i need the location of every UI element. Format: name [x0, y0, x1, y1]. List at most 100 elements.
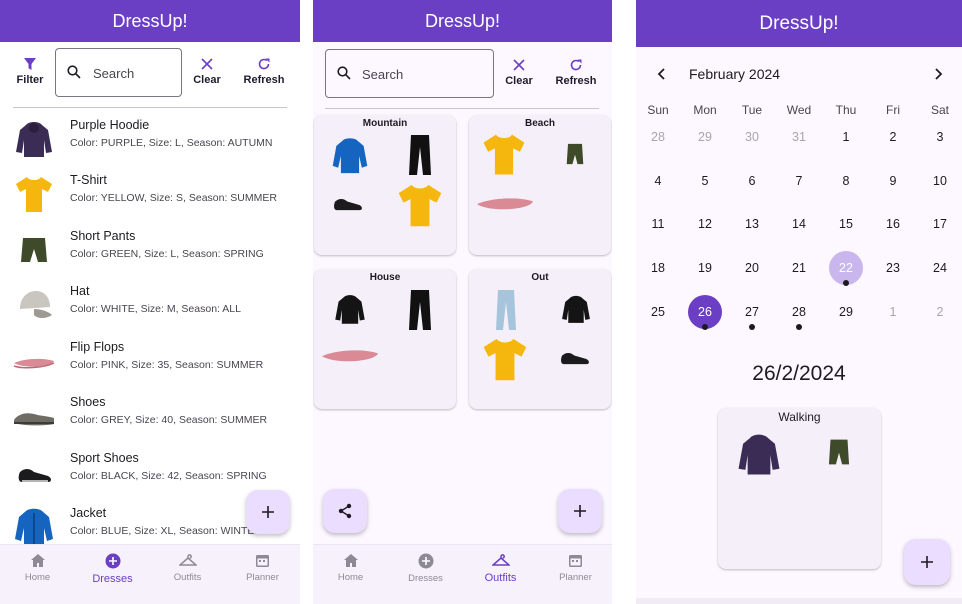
calendar-day[interactable]: 29: [826, 295, 866, 329]
nav-home[interactable]: Home: [313, 553, 388, 583]
day-number: 9: [889, 174, 897, 188]
add-dress-button[interactable]: [246, 490, 290, 534]
chevron-right-icon[interactable]: [932, 68, 944, 80]
dress-list-item[interactable]: Hat Color: WHITE, Size: M, Season: ALL: [0, 277, 300, 332]
nav-home[interactable]: Home: [0, 553, 75, 583]
calendar-day[interactable]: 20: [732, 251, 772, 285]
search-input[interactable]: Search: [55, 48, 182, 97]
outfit-title: Mountain: [362, 118, 408, 129]
calendar-day[interactable]: 12: [685, 207, 725, 241]
app-title: DressUp!: [0, 0, 300, 42]
plus-icon: [262, 506, 274, 518]
calendar-day[interactable]: 1: [873, 295, 913, 329]
calendar-day[interactable]: 26: [685, 295, 725, 330]
clear-button[interactable]: Clear: [499, 58, 539, 87]
calendar-day[interactable]: 2: [920, 295, 960, 329]
outfit-card-beach[interactable]: Beach: [469, 115, 611, 255]
nav-outfits[interactable]: Outfits: [150, 553, 225, 583]
calendar-day[interactable]: 28: [779, 295, 819, 330]
refresh-button[interactable]: Refresh: [552, 58, 600, 87]
clear-label: Clear: [505, 75, 533, 87]
calendar-day[interactable]: 28: [638, 120, 678, 154]
calendar-day[interactable]: 21: [779, 251, 819, 285]
calendar-day[interactable]: 30: [732, 120, 772, 154]
shorts-icon: [828, 439, 850, 465]
nav-dresses[interactable]: Dresses: [388, 553, 463, 584]
close-icon: [513, 59, 525, 71]
refresh-button[interactable]: Refresh: [240, 57, 288, 86]
hanger-icon: [491, 554, 510, 566]
hat-icon: [20, 291, 52, 318]
filter-icon: [24, 58, 36, 70]
nav-dresses-label: Dresses: [92, 573, 133, 585]
chevron-left-icon[interactable]: [656, 68, 668, 80]
calendar-day[interactable]: 15: [826, 207, 866, 241]
calendar-day[interactable]: 13: [732, 207, 772, 241]
calendar-day[interactable]: 23: [873, 251, 913, 285]
calendar-day[interactable]: 5: [685, 164, 725, 198]
calendar-day[interactable]: 4: [638, 164, 678, 198]
calendar-day[interactable]: 22: [826, 251, 866, 286]
calendar-day[interactable]: 18: [638, 251, 678, 285]
add-circle-icon: [105, 553, 120, 569]
calendar-day[interactable]: 3: [920, 120, 960, 154]
add-outfit-button[interactable]: [558, 489, 602, 533]
outfit-card-house[interactable]: House: [314, 269, 456, 409]
planned-outfit-title: Walking: [778, 410, 821, 424]
dress-list-item[interactable]: T-Shirt Color: YELLOW, Size: S, Season: …: [0, 166, 300, 221]
nav-dresses[interactable]: Dresses: [75, 553, 150, 585]
refresh-icon: [570, 59, 582, 71]
outfit-card-mountain[interactable]: Mountain: [314, 115, 456, 255]
search-input[interactable]: Search: [325, 49, 494, 98]
nav-outfits[interactable]: Outfits: [463, 553, 538, 584]
jeans-icon: [496, 290, 516, 330]
dress-list-item[interactable]: Short Pants Color: GREEN, Size: L, Seaso…: [0, 222, 300, 277]
selected-date: 26/2/2024: [752, 362, 846, 385]
shorts-icon: [21, 238, 47, 262]
calendar-day[interactable]: 11: [638, 207, 678, 241]
calendar-day[interactable]: 7: [779, 164, 819, 198]
hoodie-icon: [562, 295, 590, 323]
calendar-day[interactable]: 17: [920, 207, 960, 241]
dresses-screen: DressUp! Filter Search Clear Refresh Pur…: [0, 0, 300, 604]
planned-outfit-card[interactable]: Walking: [718, 408, 881, 569]
calendar-day[interactable]: 1: [826, 120, 866, 154]
dress-name: Shoes: [70, 395, 106, 409]
add-plan-button[interactable]: [904, 539, 950, 585]
calendar-day[interactable]: 2: [873, 120, 913, 154]
day-number: 5: [701, 174, 709, 188]
calendar-day[interactable]: 16: [873, 207, 913, 241]
calendar-day[interactable]: 9: [873, 164, 913, 198]
calendar-day[interactable]: 27: [732, 295, 772, 330]
clear-button[interactable]: Clear: [187, 57, 227, 86]
tshirt-icon: [483, 338, 527, 381]
weekday-label: Mon: [693, 103, 717, 117]
weekday-label: Sun: [647, 103, 669, 117]
calendar-day[interactable]: 25: [638, 295, 678, 329]
share-button[interactable]: [323, 489, 367, 533]
nav-planner[interactable]: Planner: [225, 553, 300, 583]
calendar-day[interactable]: 6: [732, 164, 772, 198]
calendar-day[interactable]: 19: [685, 251, 725, 285]
dress-details: Color: BLACK, Size: 42, Season: SPRING: [70, 470, 267, 482]
dress-name: Hat: [70, 284, 90, 298]
dress-list-item[interactable]: Shoes Color: GREY, Size: 40, Season: SUM…: [0, 388, 300, 443]
outfit-card-out[interactable]: Out: [469, 269, 611, 409]
calendar-day[interactable]: 31: [779, 120, 819, 154]
calendar-day[interactable]: 29: [685, 120, 725, 154]
sport-shoes-icon: [334, 198, 362, 211]
day-number: 7: [795, 174, 803, 188]
dress-list-item[interactable]: Flip Flops Color: PINK, Size: 35, Season…: [0, 333, 300, 388]
app-title: DressUp!: [636, 0, 962, 47]
outfit-title: Beach: [524, 118, 555, 129]
dress-details: Color: PURPLE, Size: L, Season: AUTUMN: [70, 137, 273, 149]
calendar-day[interactable]: 8: [826, 164, 866, 198]
nav-planner[interactable]: Planner: [538, 553, 612, 583]
calendar-day[interactable]: 24: [920, 251, 960, 285]
filter-button[interactable]: Filter: [10, 57, 50, 86]
calendar-day[interactable]: 14: [779, 207, 819, 241]
dress-name: Purple Hoodie: [70, 118, 150, 132]
day-number: 24: [933, 261, 947, 275]
calendar-day[interactable]: 10: [920, 164, 960, 198]
dress-list-item[interactable]: Purple Hoodie Color: PURPLE, Size: L, Se…: [0, 111, 300, 166]
